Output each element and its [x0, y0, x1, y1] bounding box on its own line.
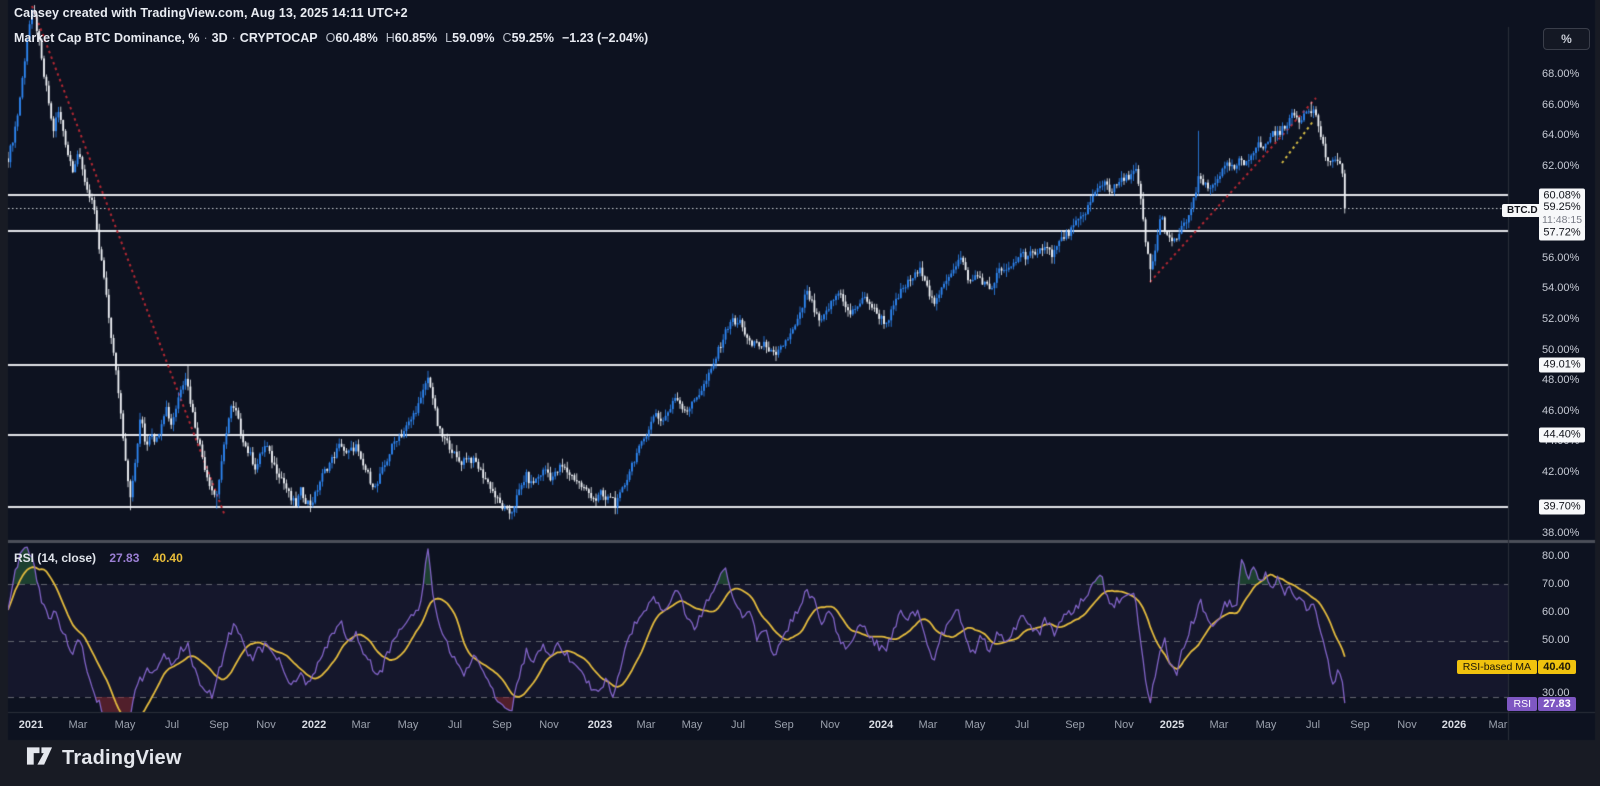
close-value: 59.25% — [511, 31, 554, 45]
price-axis-tick: 64.00% — [1542, 129, 1580, 141]
rsi-axis-tick: 60.00 — [1542, 606, 1570, 618]
time-axis-month-label: Nov — [256, 719, 276, 731]
rsi-label-name: RSI — [1507, 697, 1537, 711]
time-axis-month-label: Mar — [68, 719, 88, 731]
time-axis-month-label: Sep — [1350, 719, 1370, 731]
series-price-flag[interactable]: BTC.D — [1502, 204, 1543, 217]
rsi-ma-legend-value: 40.40 — [152, 551, 183, 565]
price-scale-unit-button[interactable]: % — [1543, 28, 1590, 50]
rsi-ma-label-name: RSI-based MA — [1456, 660, 1537, 674]
time-axis-year-label: 2022 — [301, 719, 327, 731]
price-axis-tick: 50.00% — [1542, 344, 1580, 356]
time-axis-month-label: Nov — [1114, 719, 1134, 731]
price-axis-tick: 62.00% — [1542, 160, 1580, 172]
chart-canvas[interactable] — [0, 0, 1600, 786]
time-axis-month-label: Jul — [447, 719, 463, 731]
high-value: 60.85% — [394, 31, 438, 45]
time-axis-month-label: May — [1255, 719, 1277, 731]
price-axis-tick: 46.00% — [1542, 405, 1580, 417]
open-value: 60.48% — [335, 31, 378, 45]
rsi-legend-value: 27.83 — [109, 551, 140, 565]
legend-separator: · — [203, 31, 208, 45]
price-line-label: 59.25% 11:48:15 — [1539, 200, 1585, 228]
tradingview-brand-text[interactable]: TradingView — [62, 747, 182, 770]
time-axis-year-label: 2023 — [587, 719, 613, 731]
time-axis-month-label: Mar — [918, 719, 938, 731]
price-axis-tick: 38.00% — [1542, 527, 1580, 539]
rsi-axis-tick: 80.00 — [1542, 550, 1570, 562]
time-axis-month-label: Jul — [1014, 719, 1030, 731]
time-axis-month-label: Jul — [164, 719, 180, 731]
price-axis-tick: 42.00% — [1542, 466, 1580, 478]
rsi-axis-tick: 70.00 — [1542, 578, 1570, 590]
time-axis-month-label: Sep — [774, 719, 794, 731]
time-axis-year-label: 2025 — [1159, 719, 1185, 731]
price-axis-tick: 66.00% — [1542, 99, 1580, 111]
time-axis-month-label: Nov — [820, 719, 840, 731]
price-line-label: 39.70% — [1539, 499, 1585, 515]
time-axis-month-label: May — [681, 719, 703, 731]
close-letter: C — [502, 31, 512, 45]
rsi-legend-title[interactable]: RSI (14, close) — [14, 551, 96, 565]
price-axis-tick: 68.00% — [1542, 68, 1580, 80]
rsi-label-value: 27.83 — [1538, 697, 1576, 711]
price-line-label: 49.01% — [1539, 357, 1585, 373]
tradingview-logo-icon[interactable] — [26, 744, 53, 773]
time-axis-month-label: Mar — [636, 719, 656, 731]
time-axis-month-label: Sep — [1065, 719, 1085, 731]
time-axis-year-label: 2024 — [868, 719, 894, 731]
rsi-axis-tick: 50.00 — [1542, 634, 1570, 646]
time-axis-month-label: Sep — [209, 719, 229, 731]
rsi-indicator-legend[interactable]: RSI (14, close) 27.83 40.40 — [14, 551, 183, 565]
symbol-legend[interactable]: Market Cap BTC Dominance, % · 3D · CRYPTOCAP… — [14, 31, 648, 45]
time-axis-month-label: Nov — [1397, 719, 1417, 731]
symbol-title[interactable]: Market Cap BTC Dominance, % — [14, 31, 199, 45]
legend-separator: · — [231, 31, 236, 45]
time-axis-month-label: Jul — [1305, 719, 1321, 731]
price-axis-tick: 48.00% — [1542, 374, 1580, 386]
time-axis-month-label: Sep — [492, 719, 512, 731]
time-axis-month-label: Jul — [730, 719, 746, 731]
time-axis-year-label: 2021 — [18, 719, 44, 731]
time-axis-month-label: Mar — [351, 719, 371, 731]
time-axis-month-label: Mar — [1488, 719, 1508, 731]
change-value: −1.23 (−2.04%) — [561, 31, 649, 45]
rsi-ma-label-value: 40.40 — [1538, 660, 1576, 674]
time-axis-month-label: Mar — [1209, 719, 1229, 731]
price-line-label: 57.72% — [1539, 225, 1585, 241]
price-axis-tick: 52.00% — [1542, 313, 1580, 325]
screenshot-attribution: Capsey created with TradingView.com, Aug… — [14, 6, 408, 20]
tradingview-screenshot: { "top_bar": { "text": "Capsey created w… — [0, 0, 1600, 786]
time-axis-month-label: Nov — [539, 719, 559, 731]
time-axis-year-label: 2026 — [1441, 719, 1467, 731]
tradingview-footer[interactable]: TradingView — [26, 744, 182, 773]
time-axis-month-label: May — [964, 719, 986, 731]
high-letter: H — [385, 31, 395, 45]
time-axis-month-label: May — [397, 719, 419, 731]
low-value: 59.09% — [452, 31, 495, 45]
price-line-label: 44.40% — [1539, 427, 1585, 443]
timeframe-label[interactable]: 3D — [212, 31, 228, 45]
exchange-label: CRYPTOCAP — [239, 31, 318, 45]
open-letter: O — [325, 31, 336, 45]
price-axis-tick: 56.00% — [1542, 252, 1580, 264]
time-axis-month-label: May — [114, 719, 136, 731]
price-axis-tick: 54.00% — [1542, 282, 1580, 294]
